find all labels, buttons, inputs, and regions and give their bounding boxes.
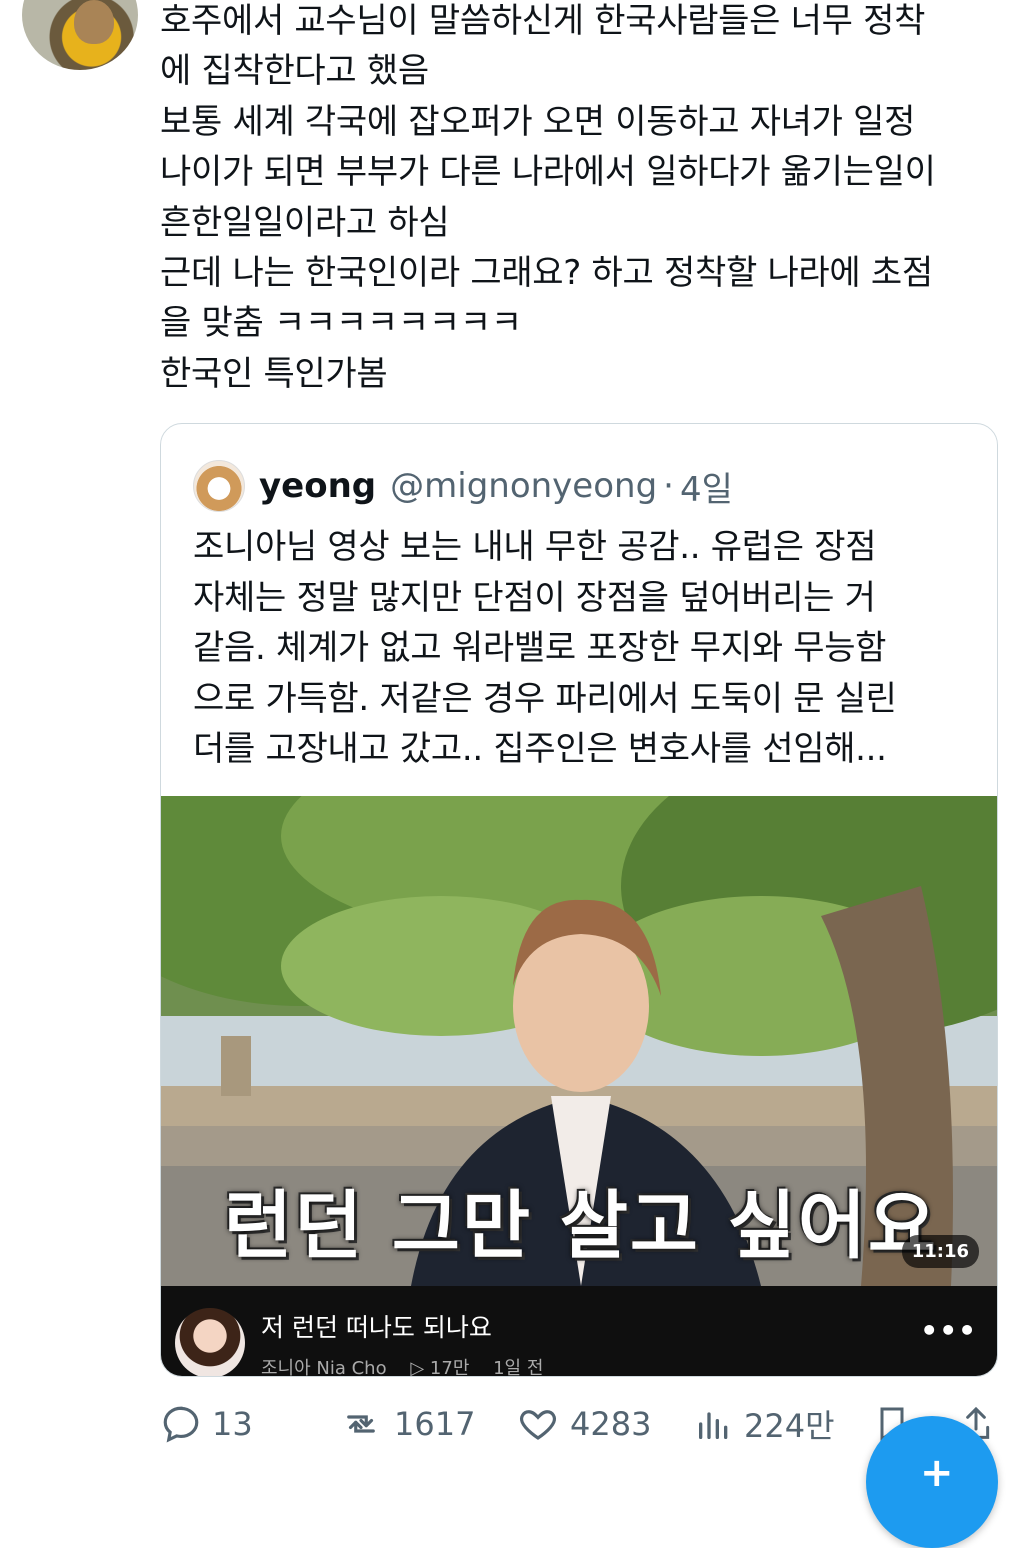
video-caption: 런던 그만 살고 싶어요 <box>223 1183 938 1269</box>
bar-chart-icon <box>699 1412 728 1439</box>
like-count: 4283 <box>570 1405 652 1443</box>
video-thumbnail[interactable]: 런던 그만 살고 싶어요 11:16 <box>161 796 997 1286</box>
plus-icon: + <box>920 1450 954 1496</box>
quoted-author-handle[interactable]: @mignonyeong <box>390 466 657 506</box>
view-count-total: 224만 <box>744 1407 835 1445</box>
view-count: ▷ 17만 <box>410 1358 470 1377</box>
video-info-bar[interactable]: 저 런던 떠나도 되나요 조니아 Nia Cho ▷ 17만 1일 전 ••• <box>161 1286 997 1377</box>
tweet-text: 호주에서 교수님이 말씀하신게 한국사람들은 너무 정착 에 집착한다고 했음 … <box>160 1 936 394</box>
upload-age: 1일 전 <box>493 1358 544 1377</box>
video-meta: 조니아 Nia Cho ▷ 17만 1일 전 <box>261 1354 561 1377</box>
quoted-tweet-header: yeong @mignonyeong · 4일 <box>193 460 733 512</box>
channel-name[interactable]: 조니아 Nia Cho <box>261 1358 387 1376</box>
quoted-author-avatar[interactable] <box>193 460 245 512</box>
avatar-dog-shape <box>74 0 114 44</box>
reply-icon <box>163 1406 199 1443</box>
views-button[interactable]: 224만 <box>694 1396 835 1452</box>
like-button[interactable]: 4283 <box>516 1396 651 1452</box>
author-avatar[interactable] <box>22 0 138 70</box>
channel-avatar[interactable] <box>175 1308 245 1376</box>
video-duration: 11:16 <box>901 1235 979 1268</box>
retweet-icon <box>347 1415 375 1433</box>
more-options-icon[interactable]: ••• <box>920 1314 977 1347</box>
separator-dot: · <box>663 466 674 506</box>
retweet-count: 1617 <box>394 1405 476 1443</box>
compose-fab-button[interactable]: + <box>866 1416 998 1548</box>
video-title[interactable]: 저 런던 떠나도 되나요 <box>261 1308 492 1344</box>
quoted-tweet-time[interactable]: 4일 <box>680 462 733 511</box>
quoted-tweet[interactable]: yeong @mignonyeong · 4일 조니아님 영상 보는 내내 무한… <box>160 423 998 1377</box>
retweet-button[interactable]: 1617 <box>338 1396 475 1452</box>
reply-count: 13 <box>212 1405 253 1443</box>
reply-button[interactable]: 13 <box>160 1396 253 1452</box>
heart-icon <box>520 1410 556 1440</box>
quoted-tweet-text: 조니아님 영상 보는 내내 무한 공감.. 유럽은 장점 자체는 정말 많지만 … <box>193 527 897 769</box>
quoted-author-name[interactable]: yeong <box>259 466 376 506</box>
